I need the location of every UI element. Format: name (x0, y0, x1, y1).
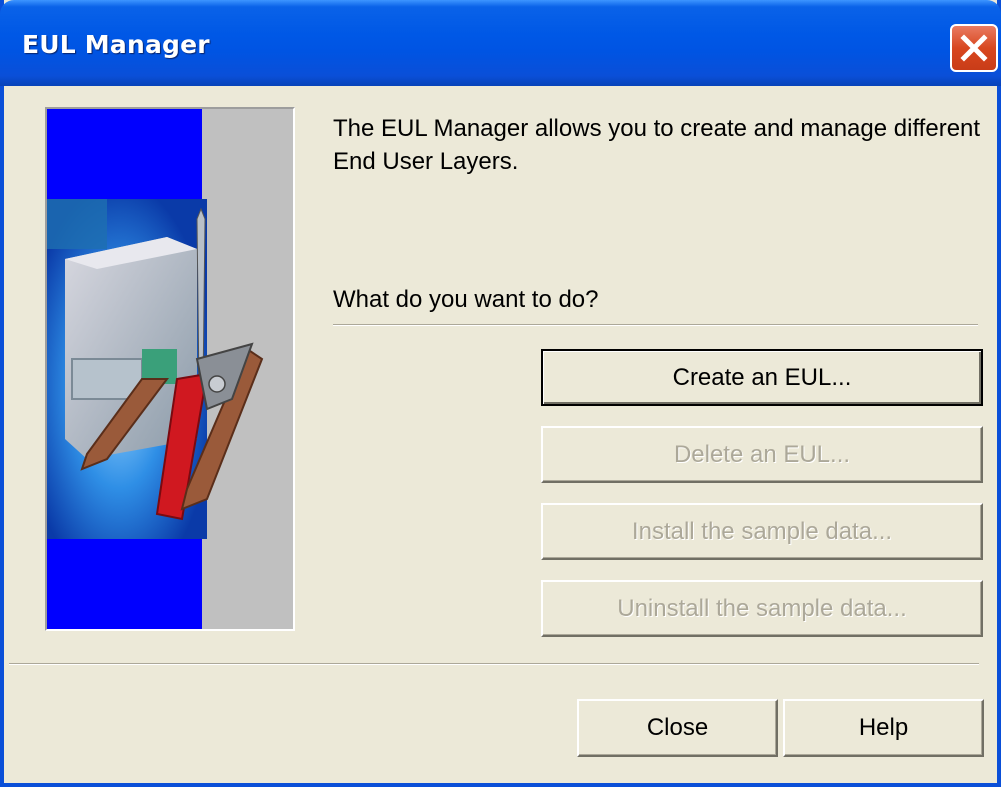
question-label: What do you want to do? (333, 286, 599, 313)
uninstall-sample-data-button: Uninstall the sample data... (541, 580, 983, 637)
install-sample-data-button: Install the sample data... (541, 503, 983, 560)
footer-separator (9, 663, 979, 665)
close-icon (960, 34, 988, 62)
help-button[interactable]: Help (783, 699, 984, 757)
close-window-button[interactable] (950, 24, 998, 72)
title-bar[interactable]: EUL Manager (0, 0, 1001, 86)
delete-eul-button: Delete an EUL... (541, 426, 983, 483)
intro-text: The EUL Manager allows you to create and… (333, 115, 981, 175)
question-separator (333, 324, 978, 326)
eul-manager-dialog: EUL Manager The EUL Manager allows you t… (0, 0, 1001, 787)
tools-illustration (45, 107, 295, 631)
window-title: EUL Manager (22, 30, 210, 59)
create-eul-button[interactable]: Create an EUL... (541, 349, 983, 406)
close-button[interactable]: Close (577, 699, 778, 757)
